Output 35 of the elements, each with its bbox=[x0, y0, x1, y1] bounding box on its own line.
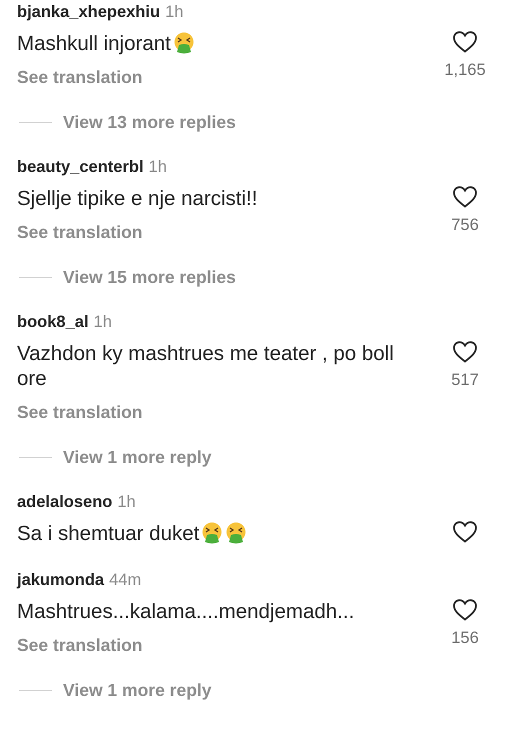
comment-text: Sjellje tipike e nje narcisti!! bbox=[17, 186, 258, 211]
comment-time: 1h bbox=[117, 492, 136, 512]
comment-time: 1h bbox=[94, 312, 112, 332]
see-translation-link[interactable]: See translation bbox=[17, 221, 142, 243]
comment-time: 1h bbox=[148, 157, 167, 177]
see-translation-link[interactable]: See translation bbox=[17, 66, 142, 88]
comment-text: Sa i shemtuar duket bbox=[17, 521, 412, 546]
like-count: 156 bbox=[451, 628, 479, 648]
like-button[interactable] bbox=[452, 520, 478, 544]
comment-time: 1h bbox=[165, 2, 184, 22]
view-replies-link[interactable]: View 15 more replies bbox=[63, 266, 236, 288]
see-translation-link[interactable]: See translation bbox=[17, 401, 142, 423]
see-translation-link[interactable]: See translation bbox=[17, 634, 142, 656]
comment-time: 44m bbox=[109, 570, 142, 590]
vomiting-face-icon bbox=[225, 522, 248, 544]
username[interactable]: bjanka_xhepexhiu bbox=[17, 2, 160, 22]
username[interactable]: adelaloseno bbox=[17, 492, 112, 512]
like-count: 756 bbox=[451, 215, 479, 235]
vomiting-face-icon bbox=[201, 522, 224, 544]
username[interactable]: jakumonda bbox=[17, 570, 104, 590]
like-button[interactable] bbox=[452, 340, 478, 364]
view-replies-link[interactable]: View 1 more reply bbox=[63, 446, 212, 468]
username[interactable]: beauty_centerbl bbox=[17, 157, 144, 177]
username[interactable]: book8_al bbox=[17, 312, 89, 332]
comment-text: Vazhdon ky mashtrues me teater , po boll ore bbox=[17, 341, 395, 391]
like-button[interactable] bbox=[452, 30, 478, 54]
view-replies-link[interactable]: View 13 more replies bbox=[63, 111, 236, 133]
comment-text: Mashtrues...kalama....mendjemadh... bbox=[17, 599, 356, 624]
comment-text: Mashkull injorant bbox=[17, 31, 412, 56]
like-count: 1,165 bbox=[444, 60, 486, 80]
like-button[interactable] bbox=[452, 185, 478, 209]
vomiting-face-icon bbox=[172, 32, 195, 54]
like-button[interactable] bbox=[452, 598, 478, 622]
like-count: 517 bbox=[451, 370, 479, 390]
view-replies-link[interactable]: View 1 more reply bbox=[63, 679, 212, 701]
